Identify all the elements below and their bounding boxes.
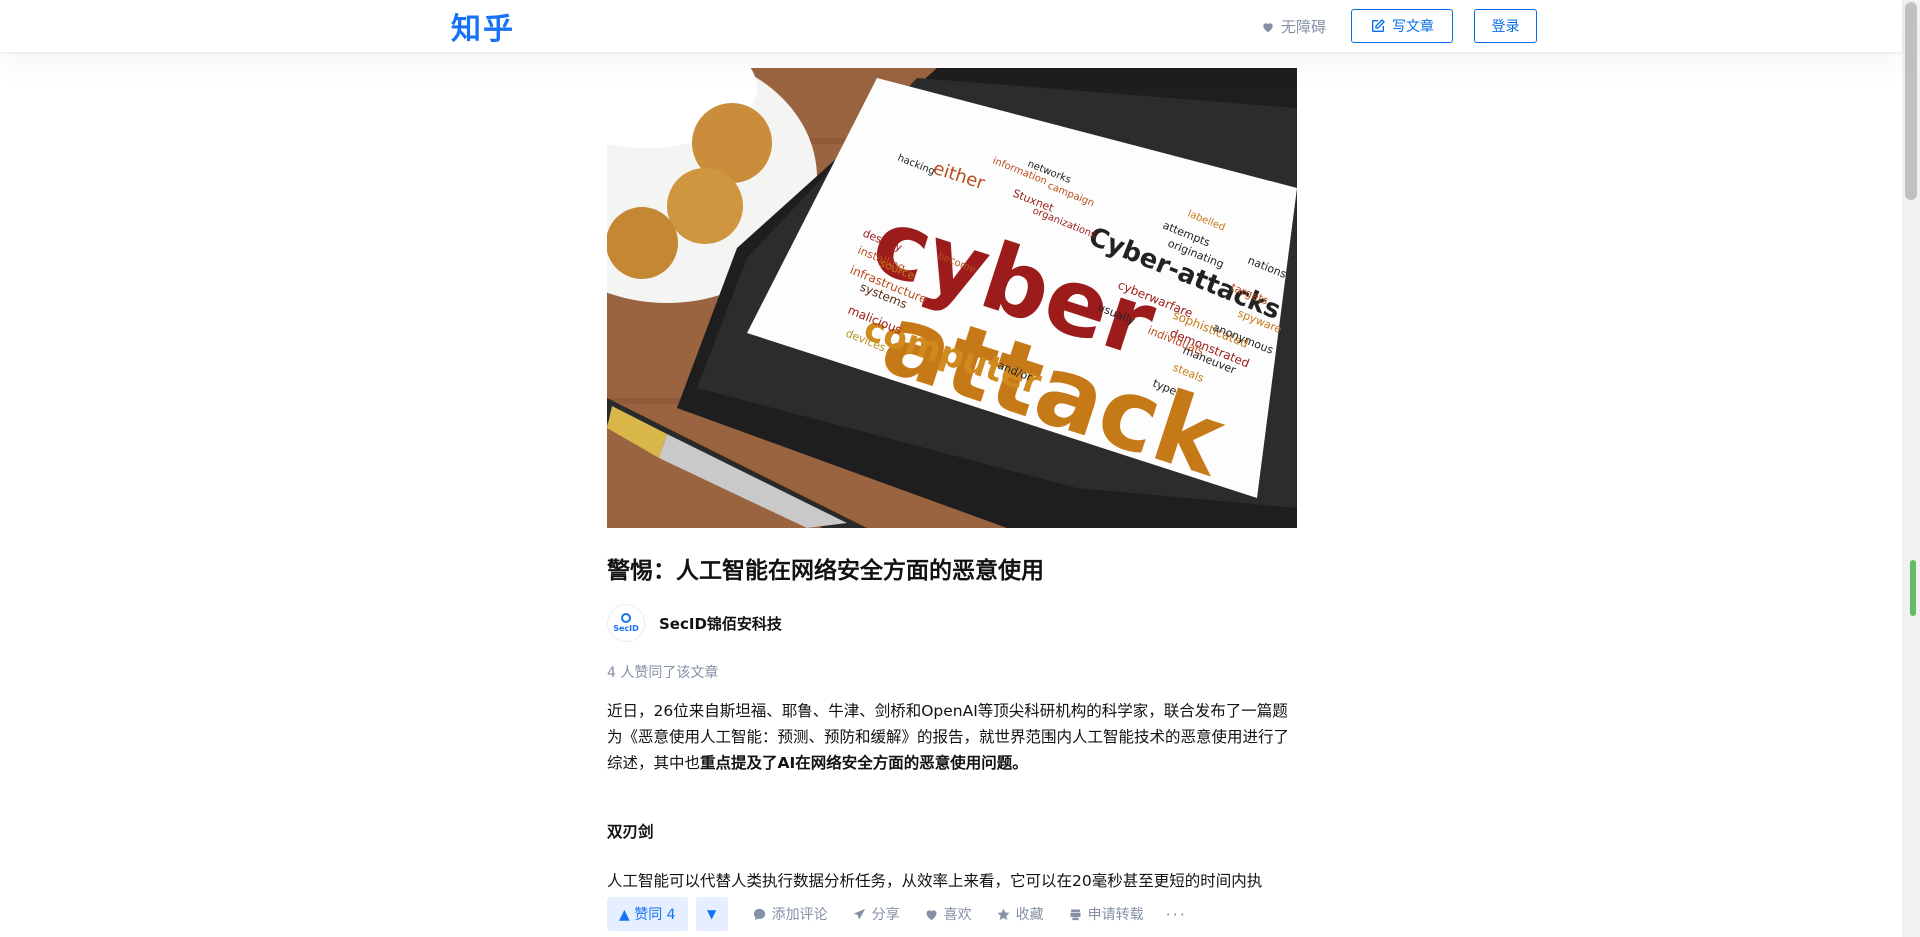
downvote-label: ▼ <box>706 907 717 921</box>
article-action-bar: ▲ 赞同 4 ▼ 添加评论 分享 喜欢 收藏 申请转载 ··· <box>607 891 1297 937</box>
comment-button[interactable]: 添加评论 <box>752 904 828 924</box>
upvote-label: ▲ 赞同 4 <box>619 907 676 923</box>
avatar[interactable]: SecID <box>607 604 645 642</box>
hero-image: cyber attack computer Cyber-attacks eith… <box>607 68 1297 528</box>
article-title: 警惕：人工智能在网络安全方面的恶意使用 <box>607 558 1044 584</box>
comment-icon <box>753 908 765 920</box>
write-article-label: 写文章 <box>1392 19 1434 35</box>
article: cyber attack computer Cyber-attacks eith… <box>607 68 1297 888</box>
favorite-button[interactable]: 收藏 <box>996 904 1044 924</box>
more-options-button[interactable]: ··· <box>1166 905 1187 924</box>
login-label: 登录 <box>1491 19 1520 35</box>
article-paragraph-2: 人工智能可以代替人类执行数据分析任务，从效率上来看，它可以在20毫秒甚至更短的时… <box>607 872 1263 888</box>
paragraph-1-bold-text: 重点提及了AI在网络安全方面的恶意使用问题。 <box>700 754 1028 772</box>
accessibility-link[interactable]: 无障碍 <box>1261 16 1326 37</box>
author-name[interactable]: SecID锦佰安科技 <box>659 613 782 634</box>
upvote-count-text[interactable]: 4 人赞同了该文章 <box>607 662 1297 682</box>
login-button[interactable]: 登录 <box>1474 9 1537 43</box>
upvote-button[interactable]: ▲ 赞同 4 <box>607 897 688 931</box>
section-heading: 双刃剑 <box>607 823 654 841</box>
zhihu-logo[interactable]: 知乎 <box>451 4 515 48</box>
repost-button[interactable]: 申请转载 <box>1068 904 1144 924</box>
heart-icon <box>926 909 937 920</box>
star-icon <box>997 908 1010 920</box>
avatar-text: SecID <box>613 624 639 633</box>
heart-icon <box>1263 22 1273 32</box>
like-label: 喜欢 <box>943 907 972 923</box>
avatar-logo-icon <box>621 613 631 623</box>
page-scrollbar[interactable] <box>1902 0 1920 937</box>
edit-icon <box>1372 19 1385 32</box>
copyright-icon <box>1070 909 1081 920</box>
scroll-indicator <box>1910 560 1916 616</box>
scrollbar-thumb[interactable] <box>1905 2 1917 200</box>
repost-label: 申请转载 <box>1087 907 1144 923</box>
accessibility-label: 无障碍 <box>1281 18 1327 36</box>
favorite-label: 收藏 <box>1015 907 1044 923</box>
like-button[interactable]: 喜欢 <box>924 904 972 924</box>
share-icon <box>853 908 865 919</box>
cyber-attack-illustration: cyber attack computer Cyber-attacks eith… <box>607 68 1297 528</box>
write-article-button[interactable]: 写文章 <box>1351 9 1453 43</box>
comment-label: 添加评论 <box>771 907 828 923</box>
share-button[interactable]: 分享 <box>852 904 900 924</box>
author-info[interactable]: SecID SecID锦佰安科技 <box>607 604 1297 642</box>
share-label: 分享 <box>871 907 900 923</box>
downvote-button[interactable]: ▼ <box>695 897 728 931</box>
article-paragraph-1: 近日，26位来自斯坦福、耶鲁、牛津、剑桥和OpenAI等顶尖科研机构的科学家，联… <box>607 698 1297 776</box>
top-bar: 知乎 无障碍 写文章 登录 <box>0 0 1902 52</box>
